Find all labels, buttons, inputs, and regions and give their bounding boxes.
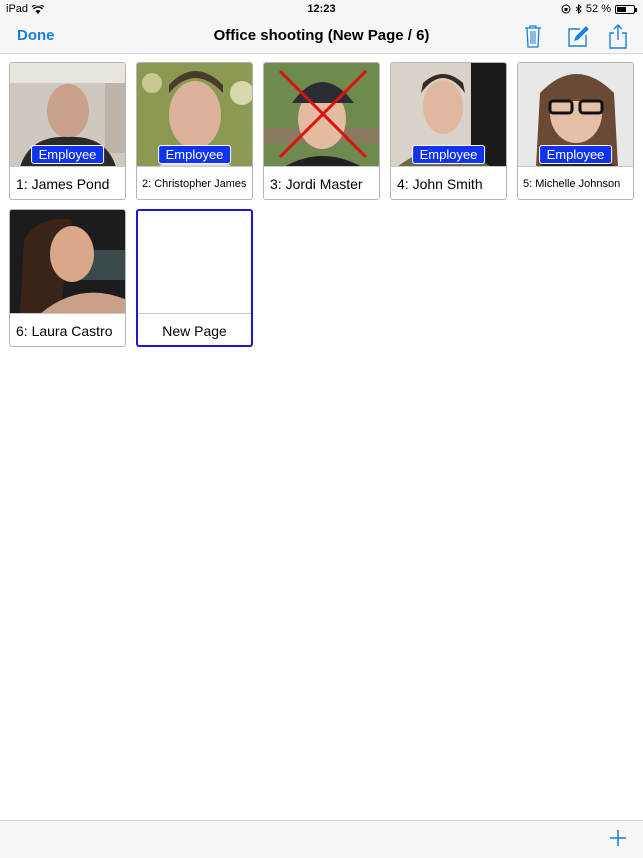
photo-thumbnail: Employee — [137, 63, 252, 167]
employee-badge: Employee — [411, 145, 486, 164]
page-label: New Page — [162, 322, 227, 339]
share-icon[interactable] — [606, 23, 630, 49]
empty-page-thumbnail — [138, 211, 251, 314]
page-card[interactable]: Employee 1: James Pond — [9, 62, 126, 200]
employee-badge: Employee — [30, 145, 105, 164]
photo-thumbnail: Employee — [518, 63, 633, 167]
status-bar: iPad 12:23 52 % — [0, 0, 643, 18]
edit-icon[interactable] — [566, 23, 590, 49]
battery-percent: 52 % — [585, 3, 611, 15]
photo-thumbnail: Employee — [391, 63, 506, 167]
page-card-selected[interactable]: New Page — [136, 209, 253, 347]
photo-thumbnail — [264, 63, 379, 167]
page-label: 1: James Pond — [16, 175, 110, 192]
navigation-bar: Done Office shooting (New Page / 6) — [0, 18, 643, 54]
employee-badge: Employee — [538, 145, 613, 164]
battery-icon — [615, 4, 637, 14]
bottom-toolbar — [0, 820, 643, 858]
page-grid: Employee 1: James Pond Employee 2: Chris… — [9, 62, 634, 347]
page-card[interactable]: 6: Laura Castro — [9, 209, 126, 347]
page-label: 3: Jordi Master — [270, 175, 363, 192]
page-card[interactable]: Employee 4: John Smith — [390, 62, 507, 200]
trash-icon[interactable] — [521, 23, 545, 49]
add-page-icon[interactable] — [609, 829, 627, 847]
page-card[interactable]: Employee 5: Michelle Johnson — [517, 62, 634, 200]
bluetooth-icon — [575, 4, 582, 14]
page-card[interactable]: Employee 2: Christopher James — [136, 62, 253, 200]
page-label: 6: Laura Castro — [16, 322, 113, 339]
photo-thumbnail — [10, 210, 125, 314]
page-card[interactable]: 3: Jordi Master — [263, 62, 380, 200]
photo-thumbnail: Employee — [10, 63, 125, 167]
orientation-lock-icon — [561, 4, 571, 14]
page-label: 2: Christopher James — [142, 177, 247, 190]
clock: 12:23 — [307, 3, 336, 15]
page-label: 4: John Smith — [397, 175, 483, 192]
employee-badge: Employee — [157, 145, 232, 164]
page-label: 5: Michelle Johnson — [523, 177, 621, 190]
done-button[interactable]: Done — [17, 27, 55, 44]
page-title: Office shooting (New Page / 6) — [213, 27, 430, 44]
